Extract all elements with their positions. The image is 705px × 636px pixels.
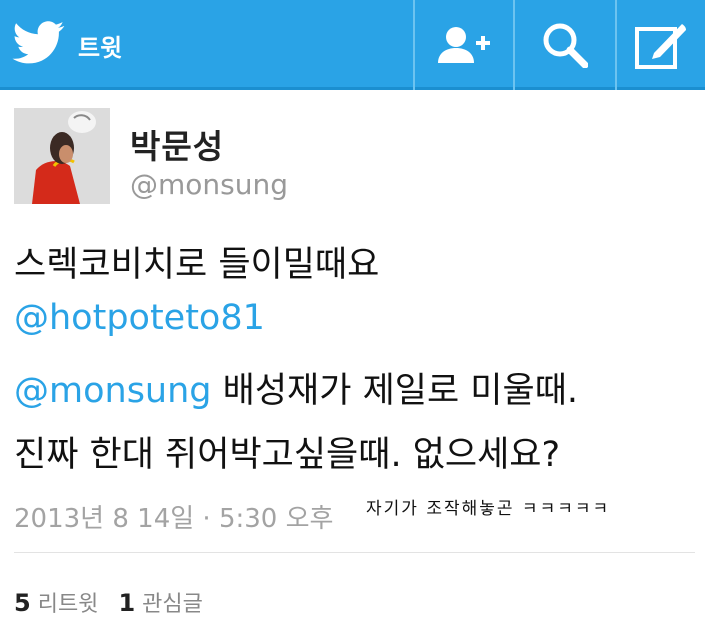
favorite-count: 1 [118,589,136,617]
username[interactable]: @monsung [130,168,288,201]
mention-link[interactable]: @monsung [14,371,212,411]
add-user-button[interactable] [413,0,513,90]
mention-link[interactable]: @hotpoteto81 [14,298,265,338]
tweet-text-line: 스렉코비치로 들이밀때요 [14,245,380,285]
top-bar: 트윗 [0,0,705,90]
add-user-icon [438,27,490,63]
tweet-text-line: 진짜 한대 쥐어박고싶을때. 없으세요? [14,435,561,475]
overlay-caption: 자기가 조작해놓곤 ㅋㅋㅋㅋㅋ [366,499,611,519]
tweet-timestamp: 2013년 8 14일 · 5:30 오후 [14,504,334,534]
tweet-detail: 박문성 @monsung 스렉코비치로 들이밀때요 @hotpoteto81 @… [0,90,705,636]
retweet-label: 리트윗 [37,592,99,617]
app-title: 트윗 [78,34,123,62]
favorite-stat[interactable]: 1 관심글 [118,589,203,617]
favorite-label: 관심글 [142,592,203,617]
divider [14,552,695,553]
compose-button[interactable] [615,0,705,90]
search-button[interactable] [513,0,615,90]
retweet-count: 5 [14,589,31,617]
compose-icon [635,24,686,69]
search-icon [543,23,588,68]
tweet-text-line: @hotpoteto81 [14,298,265,338]
avatar[interactable] [14,108,110,204]
twitter-bird-icon[interactable] [12,20,66,66]
retweet-stat[interactable]: 5 리트윗 [14,589,99,617]
display-name[interactable]: 박문성 [130,120,224,168]
tweet-stats: 5 리트윗 1 관심글 [14,586,203,618]
tweet-text-line: @monsung 배성재가 제일로 미울때. [14,362,578,413]
tweet-text: 배성재가 제일로 미울때. [211,371,579,411]
